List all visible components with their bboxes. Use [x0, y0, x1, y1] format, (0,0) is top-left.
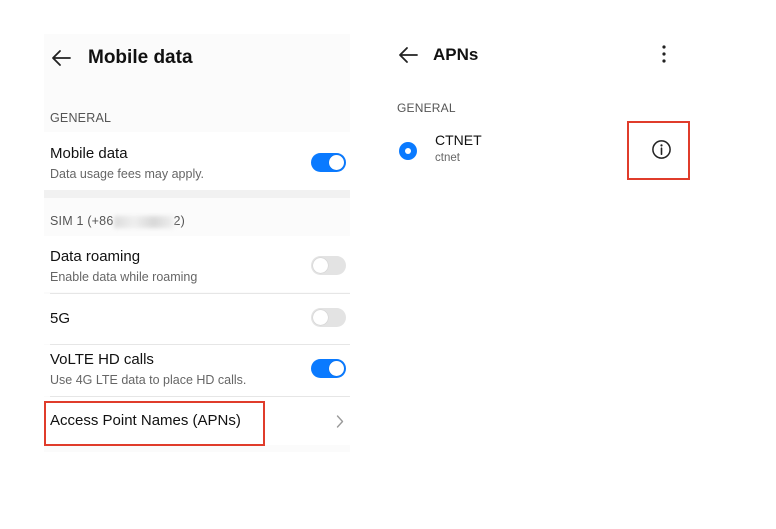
- mobile-data-toggle[interactable]: [311, 153, 346, 172]
- mobile-data-title: Mobile data: [50, 145, 128, 162]
- volte-title: VoLTE HD calls: [50, 351, 154, 368]
- volte-toggle[interactable]: [311, 359, 346, 378]
- apns-header: APNs: [397, 44, 478, 66]
- sim-label-prefix: SIM 1 (+86: [50, 214, 114, 228]
- data-roaming-title: Data roaming: [50, 248, 141, 265]
- apn-value: ctnet: [435, 152, 460, 164]
- five-g-toggle[interactable]: [311, 308, 346, 327]
- more-options-icon[interactable]: [661, 44, 667, 64]
- mobile-data-screen: Mobile data GENERAL Mobile data Data usa…: [44, 34, 350, 452]
- chevron-right-icon: [336, 415, 344, 428]
- data-roaming-subtitle: Enable data while roaming: [50, 270, 198, 284]
- section-separator: [44, 190, 350, 198]
- apn-row-highlight: [44, 401, 265, 446]
- apn-radio-selected[interactable]: [399, 142, 417, 160]
- apn-name[interactable]: CTNET: [435, 132, 482, 148]
- mobile-data-subtitle: Data usage fees may apply.: [50, 167, 205, 181]
- general-section-label: GENERAL: [50, 111, 112, 125]
- info-icon-highlight: [627, 121, 690, 180]
- toggle-knob: [313, 310, 328, 325]
- back-arrow-icon[interactable]: [397, 44, 419, 66]
- volte-row[interactable]: VoLTE HD calls Use 4G LTE data to place …: [44, 345, 350, 396]
- redacted-number: [113, 215, 174, 228]
- toggle-knob: [313, 258, 328, 273]
- back-arrow-icon[interactable]: [50, 47, 72, 69]
- apns-title: APNs: [433, 45, 479, 64]
- apns-general-label: GENERAL: [397, 101, 456, 115]
- five-g-row[interactable]: 5G: [44, 294, 350, 344]
- toggle-knob: [329, 361, 344, 376]
- sim-label-suffix: 2): [173, 214, 186, 228]
- data-roaming-toggle[interactable]: [311, 256, 346, 275]
- mobile-data-header: Mobile data: [50, 47, 193, 69]
- volte-subtitle: Use 4G LTE data to place HD calls.: [50, 373, 247, 387]
- five-g-title: 5G: [50, 310, 71, 327]
- toggle-knob: [329, 155, 344, 170]
- page-title: Mobile data: [88, 47, 193, 68]
- data-roaming-row[interactable]: Data roaming Enable data while roaming: [44, 236, 350, 292]
- mobile-data-row[interactable]: Mobile data Data usage fees may apply.: [44, 132, 350, 190]
- sim-section-label: SIM 1 (+86 2): [50, 214, 185, 228]
